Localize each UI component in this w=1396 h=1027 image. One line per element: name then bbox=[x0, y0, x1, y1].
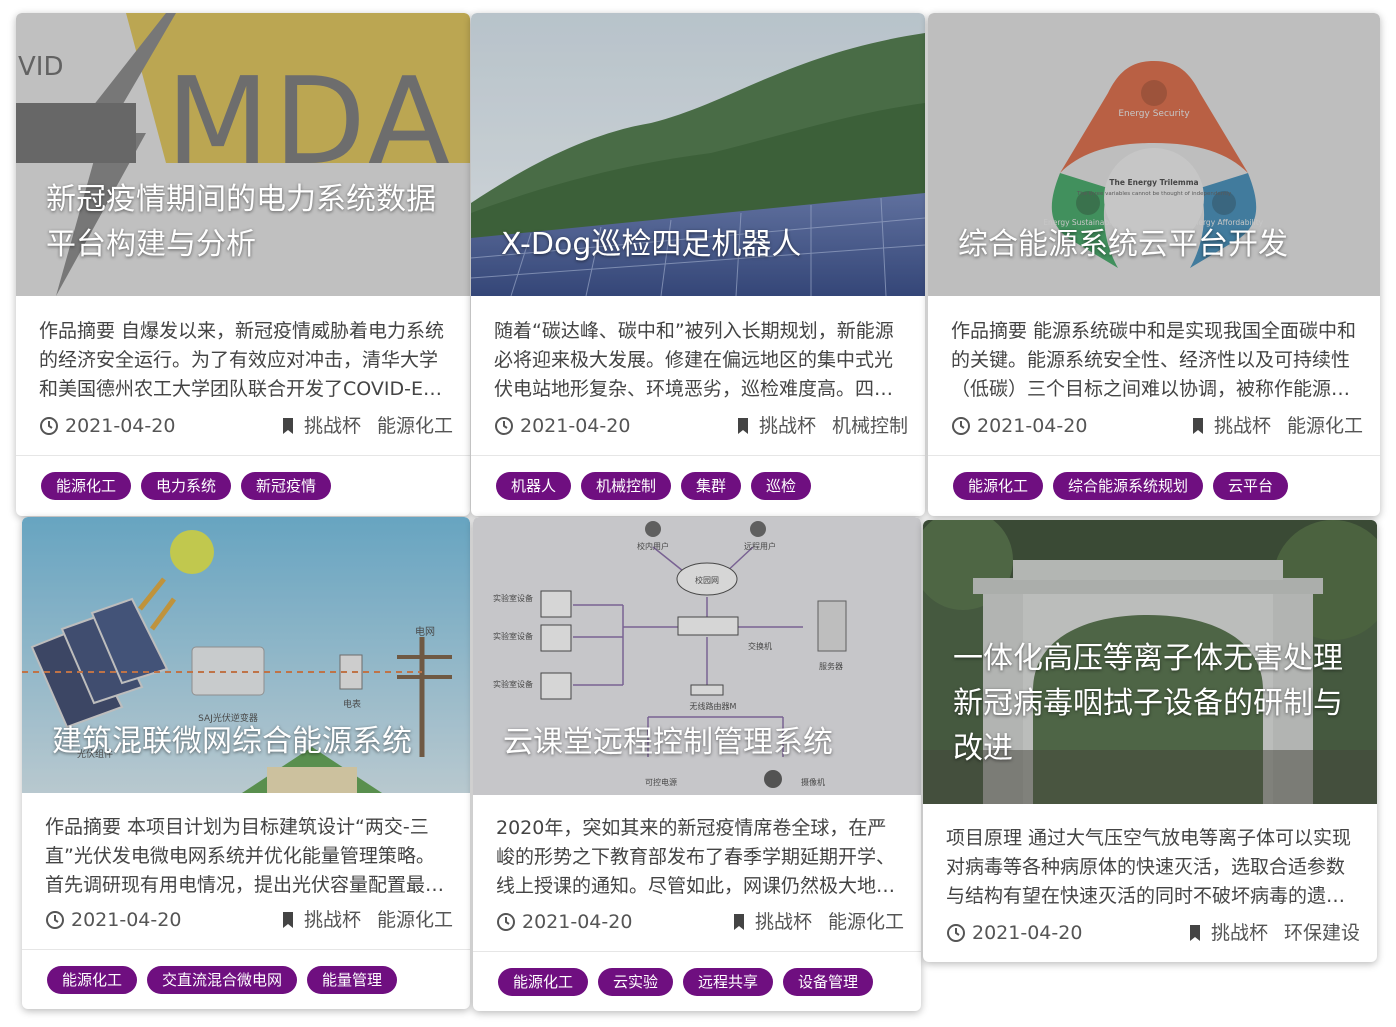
card-abstract: 作品摘要 能源系统碳中和是实现我国全面碳中和的关键。能源系统安全性、经济性以及可… bbox=[951, 320, 1357, 400]
card-divider bbox=[16, 455, 470, 456]
card-title[interactable]: 综合能源系统云平台开发 bbox=[958, 222, 1358, 267]
card-category[interactable]: 能源化工 bbox=[377, 907, 453, 933]
card-date: 2021-04-20 bbox=[522, 911, 633, 933]
clock-icon bbox=[947, 924, 965, 942]
card-date: 2021-04-20 bbox=[977, 415, 1088, 437]
card-meta: 2021-04-20 挑战杯 能源化工 bbox=[496, 909, 904, 935]
bookmark-icon bbox=[737, 418, 748, 434]
tag[interactable]: 巡检 bbox=[751, 472, 812, 500]
card-date: 2021-04-20 bbox=[71, 909, 182, 931]
card-meta: 2021-04-20 挑战杯 能源化工 bbox=[45, 907, 453, 933]
tag[interactable]: 能源化工 bbox=[41, 472, 132, 500]
card-image[interactable]: Energy Security The Energy Trilemma The … bbox=[928, 13, 1380, 296]
card-date: 2021-04-20 bbox=[972, 922, 1083, 944]
card-abstract: 项目原理 通过大气压空气放电等离子体可以实现对病毒等各种病原体的快速灭活，选取合… bbox=[946, 827, 1352, 907]
bookmark-icon bbox=[733, 914, 744, 930]
bookmark-icon bbox=[282, 912, 293, 928]
card-image[interactable]: VID MDA 新冠疫情期间的电力系统数据平台构建与分析 bbox=[16, 13, 470, 296]
card-divider bbox=[471, 455, 925, 456]
card-title[interactable]: 一体化高压等离子体无害处理新冠病毒咽拭子设备的研制与改进 bbox=[953, 636, 1353, 771]
project-card[interactable]: Energy Security The Energy Trilemma The … bbox=[928, 13, 1380, 516]
tag[interactable]: 机器人 bbox=[496, 472, 572, 500]
card-category[interactable]: 机械控制 bbox=[832, 413, 908, 439]
clock-icon bbox=[495, 417, 513, 435]
card-abstract: 2020年，突如其来的新冠疫情席卷全球，在严峻的形势之下教育部发布了春季学期延期… bbox=[496, 817, 896, 897]
tag[interactable]: 能源化工 bbox=[47, 966, 138, 994]
tag[interactable]: 新冠疫情 bbox=[241, 472, 332, 500]
clock-icon bbox=[497, 913, 515, 931]
project-card[interactable]: X-Dog巡检四足机器人 随着“碳达峰、碳中和”被列入长期规划，新能源必将迎来极… bbox=[471, 13, 925, 516]
card-date: 2021-04-20 bbox=[65, 415, 176, 437]
tag[interactable]: 电力系统 bbox=[141, 472, 232, 500]
clock-icon bbox=[40, 417, 58, 435]
card-image[interactable]: 一体化高压等离子体无害处理新冠病毒咽拭子设备的研制与改进 bbox=[923, 520, 1377, 804]
card-abstract: 随着“碳达峰、碳中和”被列入长期规划，新能源必将迎来极大发展。修建在偏远地区的集… bbox=[494, 320, 894, 400]
card-competition[interactable]: 挑战杯 bbox=[304, 413, 361, 439]
card-tags: 能源化工 电力系统 新冠疫情 bbox=[41, 472, 332, 500]
card-date: 2021-04-20 bbox=[520, 415, 631, 437]
card-title[interactable]: 建筑混联微网综合能源系统 bbox=[52, 719, 452, 764]
card-divider bbox=[22, 949, 470, 950]
card-meta: 2021-04-20 挑战杯 机械控制 bbox=[494, 413, 908, 439]
tag[interactable]: 综合能源系统规划 bbox=[1053, 472, 1204, 500]
card-competition[interactable]: 挑战杯 bbox=[304, 907, 361, 933]
tag[interactable]: 云实验 bbox=[598, 968, 674, 996]
tag[interactable]: 云平台 bbox=[1213, 472, 1289, 500]
card-tags: 能源化工 综合能源系统规划 云平台 bbox=[953, 472, 1289, 500]
tag[interactable]: 集群 bbox=[681, 472, 742, 500]
card-tags: 机器人 机械控制 集群 巡检 bbox=[496, 472, 812, 500]
tag[interactable]: 交直流混合微电网 bbox=[147, 966, 298, 994]
card-category[interactable]: 能源化工 bbox=[828, 909, 904, 935]
card-competition[interactable]: 挑战杯 bbox=[759, 413, 816, 439]
project-card[interactable]: 校内用户 远程用户 校园网 交换机 实验室设备 实验室设备 实验室设备 服务器 … bbox=[473, 517, 921, 1011]
card-abstract: 作品摘要 自爆发以来，新冠疫情威胁着电力系统的经济安全运行。为了有效应对冲击，清… bbox=[39, 320, 445, 400]
card-title[interactable]: X-Dog巡检四足机器人 bbox=[501, 222, 901, 267]
card-category[interactable]: 环保建设 bbox=[1284, 920, 1360, 946]
card-tags: 能源化工 交直流混合微电网 能量管理 bbox=[47, 966, 398, 994]
project-card[interactable]: 一体化高压等离子体无害处理新冠病毒咽拭子设备的研制与改进 项目原理 通过大气压空… bbox=[923, 520, 1377, 962]
card-image[interactable]: X-Dog巡检四足机器人 bbox=[471, 13, 925, 296]
project-card[interactable]: SAJ光伏逆变器 电表 电网 光伏组件 建筑混联微网综合能源系统 作品摘要 本项… bbox=[22, 517, 470, 1009]
card-divider bbox=[928, 455, 1380, 456]
bookmark-icon bbox=[1192, 418, 1203, 434]
tag[interactable]: 设备管理 bbox=[783, 968, 874, 996]
card-title[interactable]: 云课堂远程控制管理系统 bbox=[503, 720, 903, 765]
card-abstract: 作品摘要 本项目计划为目标建筑设计“两交-三直”光伏发电微电网系统并优化能量管理… bbox=[45, 816, 445, 896]
card-divider bbox=[473, 951, 921, 952]
clock-icon bbox=[46, 911, 64, 929]
card-image[interactable]: 校内用户 远程用户 校园网 交换机 实验室设备 实验室设备 实验室设备 服务器 … bbox=[473, 517, 921, 795]
project-card[interactable]: VID MDA 新冠疫情期间的电力系统数据平台构建与分析 作品摘要 自爆发以来，… bbox=[16, 13, 470, 516]
card-competition[interactable]: 挑战杯 bbox=[1214, 413, 1271, 439]
card-meta: 2021-04-20 挑战杯 能源化工 bbox=[951, 413, 1363, 439]
card-meta: 2021-04-20 挑战杯 能源化工 bbox=[39, 413, 453, 439]
card-competition[interactable]: 挑战杯 bbox=[755, 909, 812, 935]
bookmark-icon bbox=[282, 418, 293, 434]
card-image[interactable]: SAJ光伏逆变器 电表 电网 光伏组件 建筑混联微网综合能源系统 bbox=[22, 517, 470, 793]
card-category[interactable]: 能源化工 bbox=[1287, 413, 1363, 439]
card-competition[interactable]: 挑战杯 bbox=[1211, 920, 1268, 946]
card-tags: 能源化工 云实验 远程共享 设备管理 bbox=[498, 968, 874, 996]
card-category[interactable]: 能源化工 bbox=[377, 413, 453, 439]
card-title[interactable]: 新冠疫情期间的电力系统数据平台构建与分析 bbox=[46, 177, 436, 267]
clock-icon bbox=[952, 417, 970, 435]
tag[interactable]: 远程共享 bbox=[683, 968, 774, 996]
card-meta: 2021-04-20 挑战杯 环保建设 bbox=[946, 920, 1360, 946]
tag[interactable]: 机械控制 bbox=[581, 472, 672, 500]
bookmark-icon bbox=[1189, 925, 1200, 941]
tag[interactable]: 能源化工 bbox=[953, 472, 1044, 500]
tag[interactable]: 能源化工 bbox=[498, 968, 589, 996]
tag[interactable]: 能量管理 bbox=[307, 966, 398, 994]
